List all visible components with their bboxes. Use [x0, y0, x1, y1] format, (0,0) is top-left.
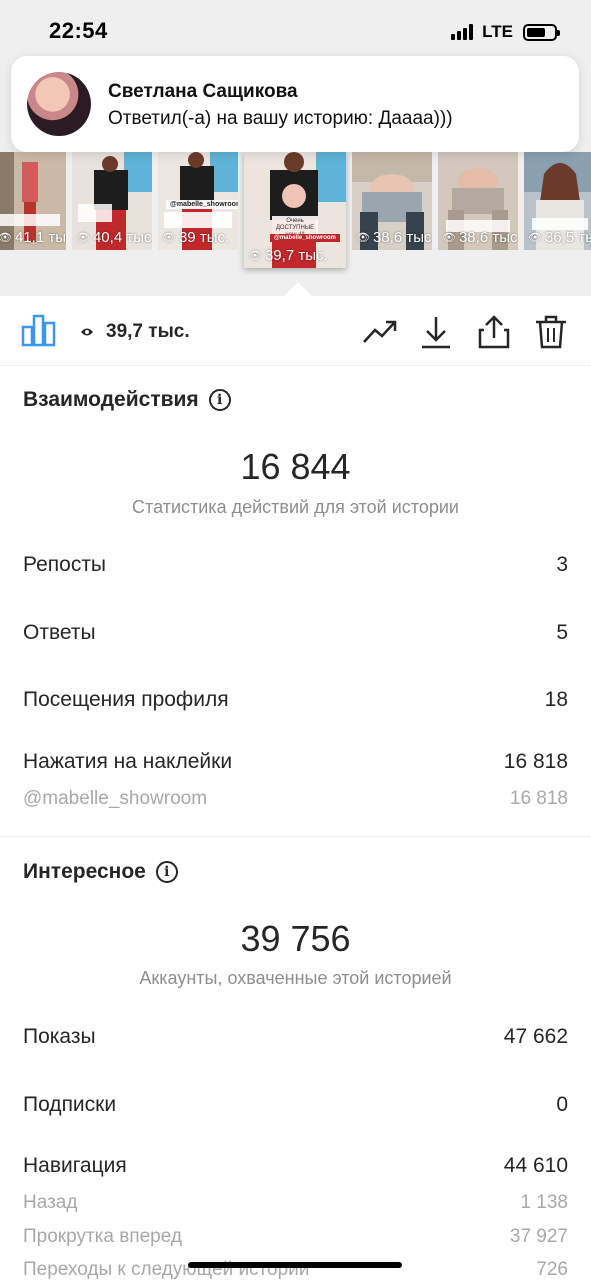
eye-icon: 👁: [76, 232, 90, 244]
discovery-total: 39 756: [240, 918, 351, 959]
story-views: 👁 38,6 тыс.: [356, 229, 432, 246]
eye-icon: 👁: [162, 232, 176, 244]
discovery-caption: Аккаунты, охваченные этой историей: [139, 968, 452, 988]
stat-row-replies: Ответы 5: [23, 621, 568, 644]
story-views: 👁 39 тыс.: [162, 229, 230, 246]
story-views: 👁36,5 тыс.: [528, 229, 591, 246]
views-count: 39,7 тыс.: [80, 321, 190, 343]
status-bar: 22:54 LTE: [0, 0, 591, 62]
notification-message: Ответил(-а) на вашу историю: Даааа))): [108, 108, 453, 129]
eye-icon: 👁: [248, 250, 262, 262]
story-thumbnail[interactable]: 👁 38,6 тыс.: [352, 152, 432, 250]
trending-icon[interactable]: [362, 314, 398, 350]
stat-subrow-sticker[interactable]: @mabelle_showroom 16 818: [23, 788, 568, 810]
interactions-caption: Статистика действий для этой истории: [132, 497, 459, 517]
story-views: 👁41,1 тыс.: [0, 229, 66, 246]
stat-row-follows: Подписки 0: [23, 1093, 568, 1116]
eye-icon: 👁: [0, 232, 12, 244]
story-thumbnail[interactable]: 👁 40,4 тыс.: [72, 152, 152, 250]
eye-icon: 👁: [528, 232, 542, 244]
story-sticker: @mabelle_showroom: [166, 200, 238, 209]
selection-pointer: [282, 282, 314, 298]
status-time: 22:54: [49, 18, 108, 43]
share-icon[interactable]: [476, 314, 512, 350]
stat-subrow-forward: Прокрутка вперед 37 927: [23, 1226, 568, 1247]
story-views: 👁 39,7 тыс.: [248, 247, 328, 264]
stat-row-navigation: Навигация 44 610: [23, 1154, 568, 1177]
avatar: [27, 72, 91, 136]
story-sticker: @mabelle_showroom: [270, 234, 340, 242]
stat-subrow-back: Назад 1 138: [23, 1192, 568, 1213]
signal-icon: [451, 24, 474, 40]
eye-icon: 👁: [442, 232, 456, 244]
stat-row-profile-visits: Посещения профиля 18: [23, 688, 568, 711]
eye-icon: 👁: [356, 232, 370, 244]
trash-icon[interactable]: [533, 314, 569, 350]
stat-row-impressions: Показы 47 662: [23, 1025, 568, 1048]
story-thumbnail-selected[interactable]: Очень ДОСТУПНЫЕ цены!!! @mabelle_showroo…: [244, 152, 346, 268]
network-type: LTE: [482, 22, 513, 41]
home-indicator[interactable]: [188, 1262, 402, 1268]
eye-icon: [81, 328, 93, 336]
notification-sender: Светлана Сащикова: [108, 81, 298, 102]
status-indicators: LTE: [451, 22, 560, 42]
story-views: 👁 38,6 тыс.: [442, 229, 518, 246]
stat-row-sticker-taps: Нажатия на наклейки 16 818: [23, 750, 568, 773]
download-icon[interactable]: [418, 314, 454, 350]
reply-notification[interactable]: Светлана Сащикова Ответил(-а) на вашу ис…: [11, 56, 579, 152]
story-thumbnail[interactable]: 👁36,5 тыс.: [524, 152, 591, 250]
story-views: 👁 40,4 тыс.: [76, 229, 152, 246]
interactions-total: 16 844: [240, 446, 351, 487]
story-thumbnail[interactable]: 👁41,1 тыс.: [0, 152, 66, 250]
section-title-discovery: Интересное i: [23, 860, 178, 884]
story-thumbnail[interactable]: @mabelle_showroom 👁 39 тыс.: [158, 152, 238, 250]
stat-row-reposts: Репосты 3: [23, 553, 568, 576]
info-icon[interactable]: i: [155, 861, 178, 883]
section-divider: [0, 836, 591, 837]
section-title-interactions: Взаимодействия i: [23, 388, 231, 412]
bar-chart-icon[interactable]: [21, 313, 57, 347]
info-icon[interactable]: i: [208, 389, 231, 411]
story-thumbnail[interactable]: 👁 38,6 тыс.: [438, 152, 518, 250]
insights-toolbar: 39,7 тыс.: [0, 296, 591, 366]
battery-icon: [523, 23, 560, 41]
stories-strip: 👁41,1 тыс. 👁40,4 тыс. @mabelle_showroom …: [0, 152, 591, 272]
